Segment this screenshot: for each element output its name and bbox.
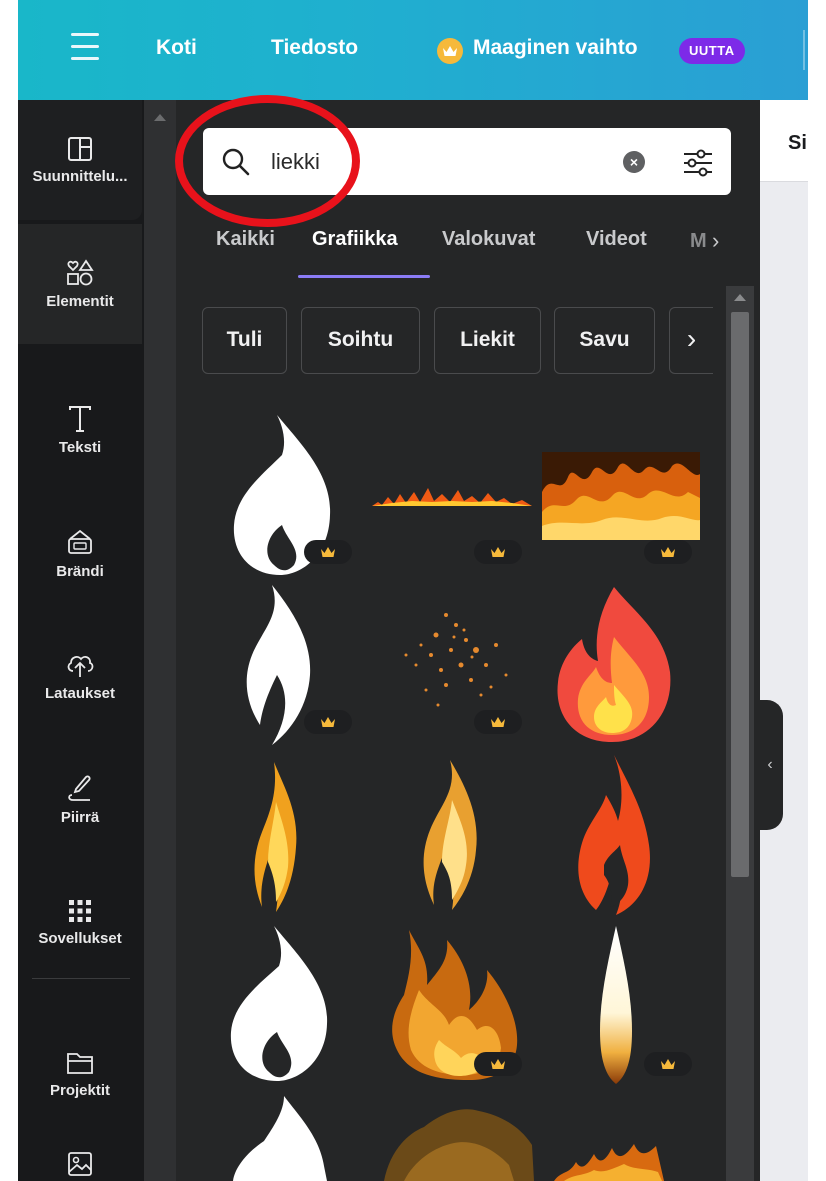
elements-panel: liekki × Kaikki Grafiikka Valokuvat Vide… — [144, 100, 760, 1181]
apps-grid-icon — [69, 899, 91, 922]
sidebar-item-label: Piirrä — [60, 808, 100, 826]
scrollbar-thumb[interactable] — [731, 312, 749, 877]
tab-videos[interactable]: Videot — [586, 228, 647, 251]
sidebar-item-projects[interactable]: Projektit — [18, 1014, 142, 1134]
annotation-circle — [175, 95, 360, 227]
flame-line-graphic[interactable] — [372, 480, 532, 510]
sidebar: Suunnittelu... Elementit Teksti Brändi L… — [18, 100, 144, 1181]
collapse-panel-chevron-icon[interactable]: ‹ — [757, 700, 783, 830]
premium-crown-icon — [304, 540, 352, 564]
sidebar-item-label: Sovellukset — [38, 929, 122, 947]
cloud-upload-icon — [67, 655, 94, 677]
premium-crown-icon — [304, 710, 352, 734]
new-badge: UUTTA — [679, 38, 745, 64]
active-tab-indicator — [298, 275, 430, 278]
candle-flame-graphic[interactable] — [596, 926, 636, 1084]
rail-scrollbar[interactable] — [144, 100, 176, 1181]
sidebar-item-design[interactable]: Suunnittelu... — [18, 100, 142, 220]
cartoon-fire-icon[interactable] — [554, 587, 672, 742]
layout-icon — [68, 136, 92, 161]
sidebar-item-elements[interactable]: Elementit — [18, 224, 142, 344]
flame-photo-graphic[interactable] — [554, 1140, 664, 1181]
realistic-flame-graphic[interactable] — [254, 762, 304, 912]
realistic-flame-graphic[interactable] — [420, 760, 484, 910]
sidebar-item-label: Suunnittelu... — [32, 167, 128, 185]
tab-photos[interactable]: Valokuvat — [442, 228, 535, 251]
canvas-area — [760, 100, 808, 1181]
premium-crown-icon — [474, 710, 522, 734]
sidebar-item-label: Teksti — [58, 438, 102, 456]
chip-smoke[interactable]: Savu — [554, 307, 655, 374]
sidebar-item-brand[interactable]: Brändi — [18, 493, 142, 613]
results-scrollbar[interactable] — [726, 286, 754, 1181]
canvas-header: Si — [760, 100, 808, 182]
sidebar-item-draw[interactable]: Piirrä — [18, 739, 142, 859]
canvas-header-text: Si — [788, 132, 807, 154]
hamburger-icon[interactable] — [68, 33, 102, 63]
top-bar: Koti Tiedosto Maaginen vaihto UUTTA — [18, 0, 808, 100]
filter-sliders-icon[interactable] — [681, 146, 715, 180]
image-icon — [68, 1152, 92, 1176]
sidebar-item-apps[interactable]: Sovellukset — [18, 862, 142, 982]
folder-icon — [67, 1052, 93, 1074]
flame-graphic-white[interactable] — [229, 1096, 329, 1181]
stylized-flame-graphic[interactable] — [574, 755, 654, 915]
draw-icon — [68, 774, 91, 801]
sidebar-divider — [32, 978, 130, 979]
sidebar-item-label: Elementit — [46, 292, 114, 310]
flame-graphic-white[interactable] — [229, 926, 329, 1081]
smoke-fire-graphic[interactable] — [384, 1105, 534, 1181]
scroll-up-icon[interactable] — [154, 114, 166, 121]
chip-fire[interactable]: Tuli — [202, 307, 287, 374]
app-window: Koti Tiedosto Maaginen vaihto UUTTA Suun… — [0, 0, 826, 1181]
topbar-divider — [803, 30, 805, 70]
clear-icon[interactable]: × — [623, 151, 645, 173]
flames-photo-graphic[interactable] — [542, 452, 700, 540]
magic-switch-button[interactable]: Maaginen vaihto — [473, 36, 638, 60]
sidebar-item-text[interactable]: Teksti — [18, 370, 142, 490]
text-icon — [69, 405, 91, 432]
chevron-right-icon[interactable]: › — [712, 228, 719, 254]
premium-crown-icon — [644, 1052, 692, 1076]
sidebar-item-uploads[interactable]: Lataukset — [18, 616, 142, 736]
tab-all[interactable]: Kaikki — [216, 228, 275, 251]
brand-kit-icon — [68, 529, 92, 554]
elements-icon — [67, 258, 94, 285]
sidebar-item-label: Brändi — [56, 562, 104, 580]
sidebar-item-label: Projektit — [49, 1081, 110, 1099]
sidebar-item-photos[interactable] — [18, 1130, 142, 1181]
premium-crown-icon — [474, 540, 522, 564]
premium-crown-icon — [644, 540, 692, 564]
tab-graphics[interactable]: Grafiikka — [312, 228, 398, 251]
sparks-graphic[interactable] — [376, 595, 526, 725]
chevron-right-icon[interactable]: › — [669, 307, 713, 374]
chip-flames[interactable]: Liekit — [434, 307, 541, 374]
premium-crown-icon — [474, 1052, 522, 1076]
tab-overflow[interactable]: M — [690, 230, 707, 253]
nav-home[interactable]: Koti — [156, 36, 197, 60]
crown-icon — [437, 38, 463, 64]
chip-torch[interactable]: Soihtu — [301, 307, 420, 374]
nav-file[interactable]: Tiedosto — [271, 36, 358, 60]
sidebar-item-label: Lataukset — [44, 684, 116, 702]
scroll-up-icon[interactable] — [734, 294, 746, 301]
